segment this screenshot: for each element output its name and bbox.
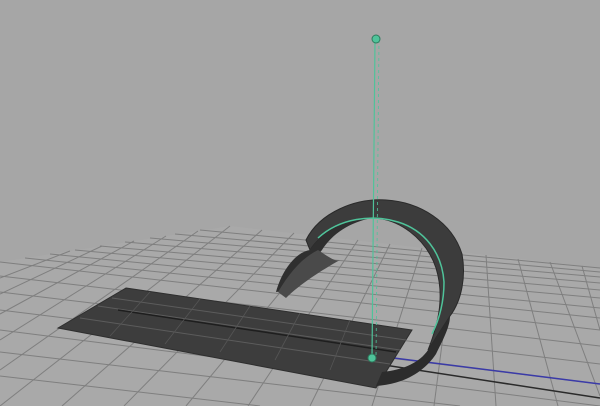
3d-viewport-perspective[interactable] xyxy=(0,0,600,406)
handle-top-pivot[interactable] xyxy=(371,34,381,44)
scene-canvas[interactable] xyxy=(0,0,600,406)
handle-bottom-pivot[interactable] xyxy=(367,353,377,363)
